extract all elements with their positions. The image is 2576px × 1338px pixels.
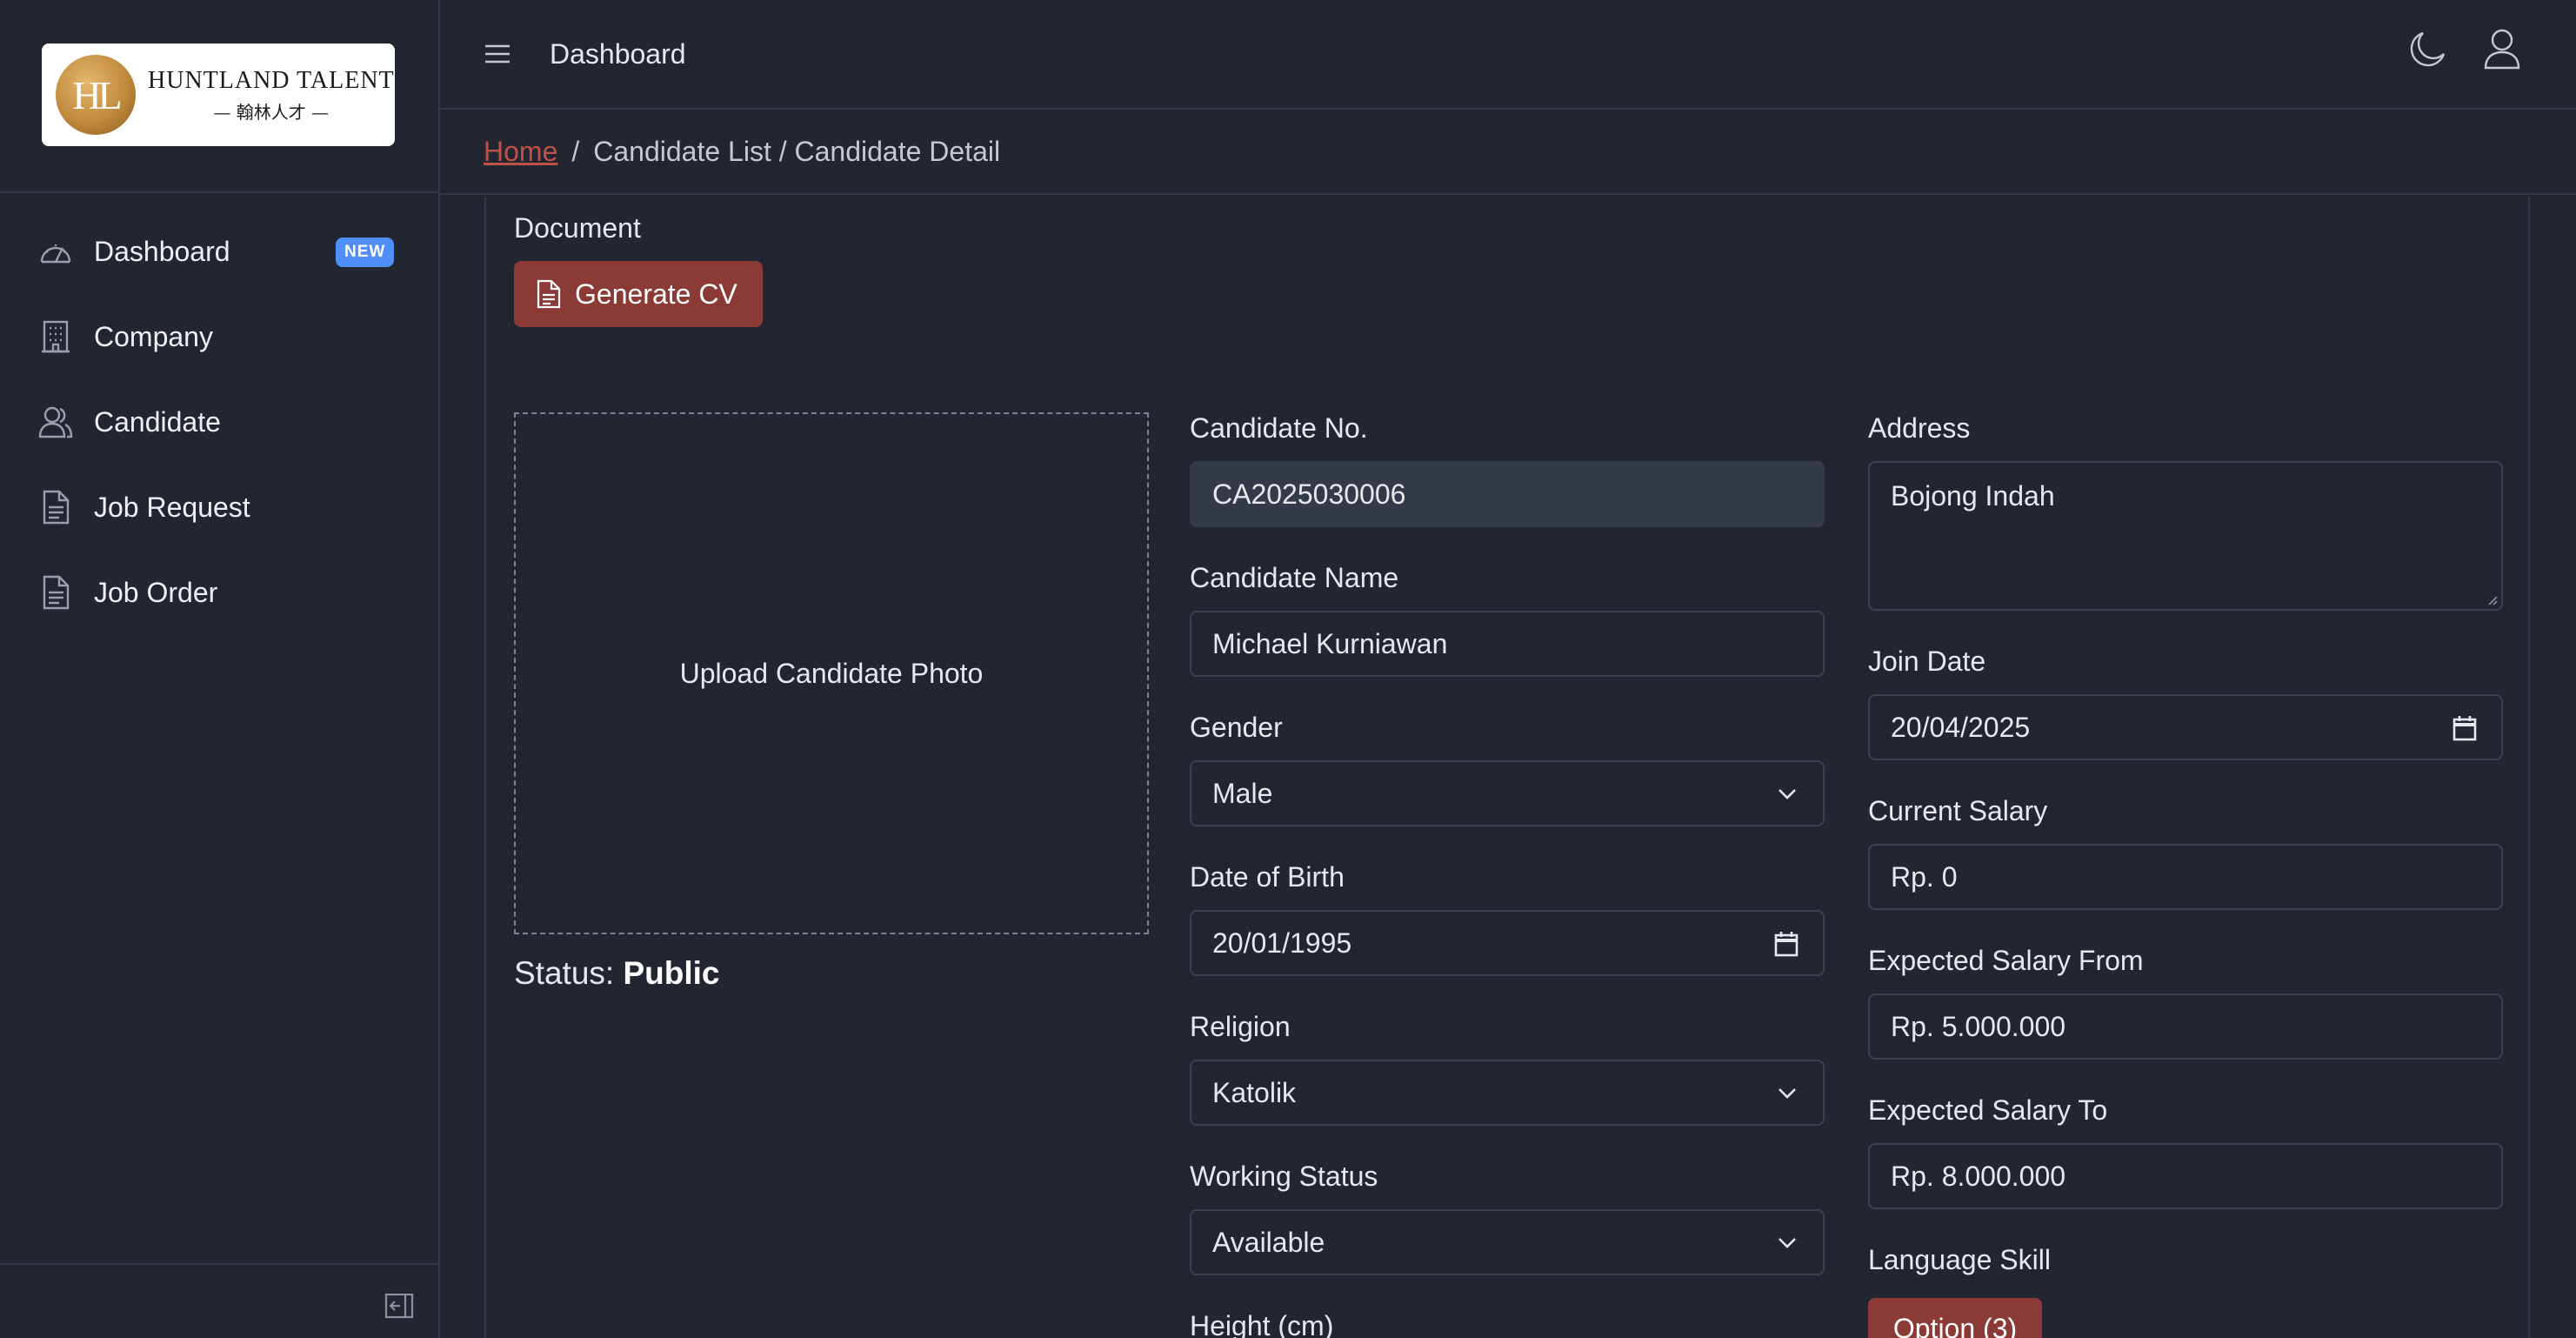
logo-name: HUNTLAND TALENT <box>148 66 395 94</box>
sidebar-item-label: Dashboard <box>94 235 230 267</box>
breadcrumb: Home / Candidate List / Candidate Detail <box>484 136 1000 168</box>
breadcrumb-bar: Home / Candidate List / Candidate Detail <box>440 110 2576 195</box>
expected-salary-from-label: Expected Salary From <box>1868 945 2144 976</box>
candidate-detail-card: Document Generate CV Upload Candidate Ph… <box>484 197 2530 1338</box>
join-date-input[interactable]: 20/04/2025 <box>1868 694 2503 760</box>
language-skill-field: Language Skill <box>1868 1244 2503 1293</box>
dob-input[interactable]: 20/01/1995 <box>1190 910 1825 976</box>
chevron-down-icon <box>1779 1238 1796 1248</box>
address-label: Address <box>1868 412 1971 444</box>
dark-mode-moon-icon[interactable] <box>2407 30 2447 70</box>
working-status-select[interactable]: Available <box>1190 1209 1825 1275</box>
hamburger-menu-icon[interactable] <box>484 40 511 68</box>
chevron-down-icon <box>1779 1088 1796 1099</box>
top-header: Dashboard <box>440 0 2576 110</box>
candidate-no-label: Candidate No. <box>1190 412 1368 444</box>
sidebar-item-label: Job Request <box>94 491 250 523</box>
status-label: Status: <box>514 955 615 991</box>
status-value: Public <box>623 955 720 991</box>
building-icon <box>38 319 73 354</box>
sidebar-item-company[interactable]: Company <box>0 294 438 379</box>
sidebar-item-job-request[interactable]: Job Request <box>0 465 438 550</box>
candidate-name-label: Candidate Name <box>1190 562 1399 593</box>
new-badge: NEW <box>336 237 395 267</box>
document-section-label: Document <box>514 212 641 244</box>
religion-select[interactable]: Katolik <box>1190 1060 1825 1126</box>
dob-field: Date of Birth 20/01/1995 <box>1190 861 1825 976</box>
sidebar: HL HUNTLAND TALENT — 翰林人才 — Dashboard NE… <box>0 0 440 1338</box>
sidebar-item-dashboard[interactable]: Dashboard NEW <box>0 209 438 294</box>
calendar-icon <box>1774 932 1799 957</box>
join-date-label: Join Date <box>1868 646 1986 677</box>
current-salary-input[interactable]: Rp. 0 <box>1868 844 2503 910</box>
file-icon <box>537 279 561 309</box>
expected-salary-to-field: Expected Salary To Rp. 8.000.000 <box>1868 1094 2503 1209</box>
generate-cv-button[interactable]: Generate CV <box>514 261 763 327</box>
sidebar-item-label: Company <box>94 320 213 352</box>
generate-cv-label: Generate CV <box>575 278 737 310</box>
expected-salary-to-input[interactable]: Rp. 8.000.000 <box>1868 1143 2503 1209</box>
gender-field: Gender Male <box>1190 712 1825 826</box>
height-field: Height (cm) <box>1190 1310 1825 1338</box>
address-field: Address Bojong Indah <box>1868 412 2503 611</box>
height-label: Height (cm) <box>1190 1310 1334 1338</box>
breadcrumb-separator: / <box>571 136 580 167</box>
religion-value: Katolik <box>1212 1076 1297 1108</box>
sidebar-item-label: Job Order <box>94 576 218 608</box>
expected-salary-from-field: Expected Salary From Rp. 5.000.000 <box>1868 945 2503 1060</box>
sidebar-brand: HL HUNTLAND TALENT — 翰林人才 — <box>0 0 438 193</box>
header-title[interactable]: Dashboard <box>550 38 686 70</box>
join-date-field: Join Date 20/04/2025 <box>1868 646 2503 760</box>
dob-label: Date of Birth <box>1190 861 1345 893</box>
document-icon <box>38 575 73 610</box>
expected-salary-to-label: Expected Salary To <box>1868 1094 2108 1126</box>
upload-photo-dropzone[interactable]: Upload Candidate Photo <box>514 412 1149 934</box>
candidate-no-input: CA2025030006 <box>1190 461 1825 527</box>
logo-emblem: HL <box>56 55 136 135</box>
logo-text: HUNTLAND TALENT — 翰林人才 — <box>148 67 395 124</box>
join-date-value: 20/04/2025 <box>1891 711 2031 743</box>
current-salary-label: Current Salary <box>1868 795 2048 826</box>
working-status-label: Working Status <box>1190 1161 1378 1192</box>
language-skill-options-button[interactable]: Option (3) <box>1868 1298 2042 1338</box>
sidebar-item-label: Candidate <box>94 405 221 438</box>
logo[interactable]: HL HUNTLAND TALENT — 翰林人才 — <box>42 43 395 146</box>
gender-select[interactable]: Male <box>1190 760 1825 826</box>
chevron-down-icon <box>1779 789 1796 799</box>
expected-salary-from-input[interactable]: Rp. 5.000.000 <box>1868 993 2503 1060</box>
resize-handle-icon <box>2488 596 2498 605</box>
user-account-icon[interactable] <box>2482 28 2522 71</box>
sidebar-footer <box>0 1263 440 1338</box>
sidebar-item-job-order[interactable]: Job Order <box>0 550 438 635</box>
collapse-sidebar-icon[interactable] <box>384 1291 414 1321</box>
sidebar-nav: Dashboard NEW Company Candidate Job Requ… <box>0 209 438 635</box>
status-line: Status: Public <box>514 955 720 992</box>
gender-label: Gender <box>1190 712 1283 743</box>
current-salary-field: Current Salary Rp. 0 <box>1868 795 2503 910</box>
address-value: Bojong Indah <box>1891 480 2055 512</box>
candidate-name-input[interactable]: Michael Kurniawan <box>1190 611 1825 677</box>
religion-field: Religion Katolik <box>1190 1011 1825 1126</box>
language-skill-label: Language Skill <box>1868 1244 2051 1275</box>
speedometer-icon <box>38 234 73 269</box>
breadcrumb-home-link[interactable]: Home <box>484 136 557 168</box>
working-status-value: Available <box>1212 1226 1325 1258</box>
religion-label: Religion <box>1190 1011 1291 1042</box>
candidate-no-field: Candidate No. CA2025030006 <box>1190 412 1825 527</box>
upload-photo-label: Upload Candidate Photo <box>679 657 984 689</box>
address-textarea[interactable]: Bojong Indah <box>1868 461 2503 611</box>
people-icon <box>38 405 73 439</box>
logo-subtitle: — 翰林人才 — <box>213 101 330 123</box>
calendar-icon <box>2453 716 2477 741</box>
breadcrumb-current: Candidate List / Candidate Detail <box>593 136 1001 167</box>
document-icon <box>38 490 73 525</box>
working-status-field: Working Status Available <box>1190 1161 1825 1275</box>
dob-value: 20/01/1995 <box>1212 927 1352 959</box>
gender-value: Male <box>1212 777 1273 809</box>
candidate-name-field: Candidate Name Michael Kurniawan <box>1190 562 1825 677</box>
sidebar-item-candidate[interactable]: Candidate <box>0 379 438 465</box>
